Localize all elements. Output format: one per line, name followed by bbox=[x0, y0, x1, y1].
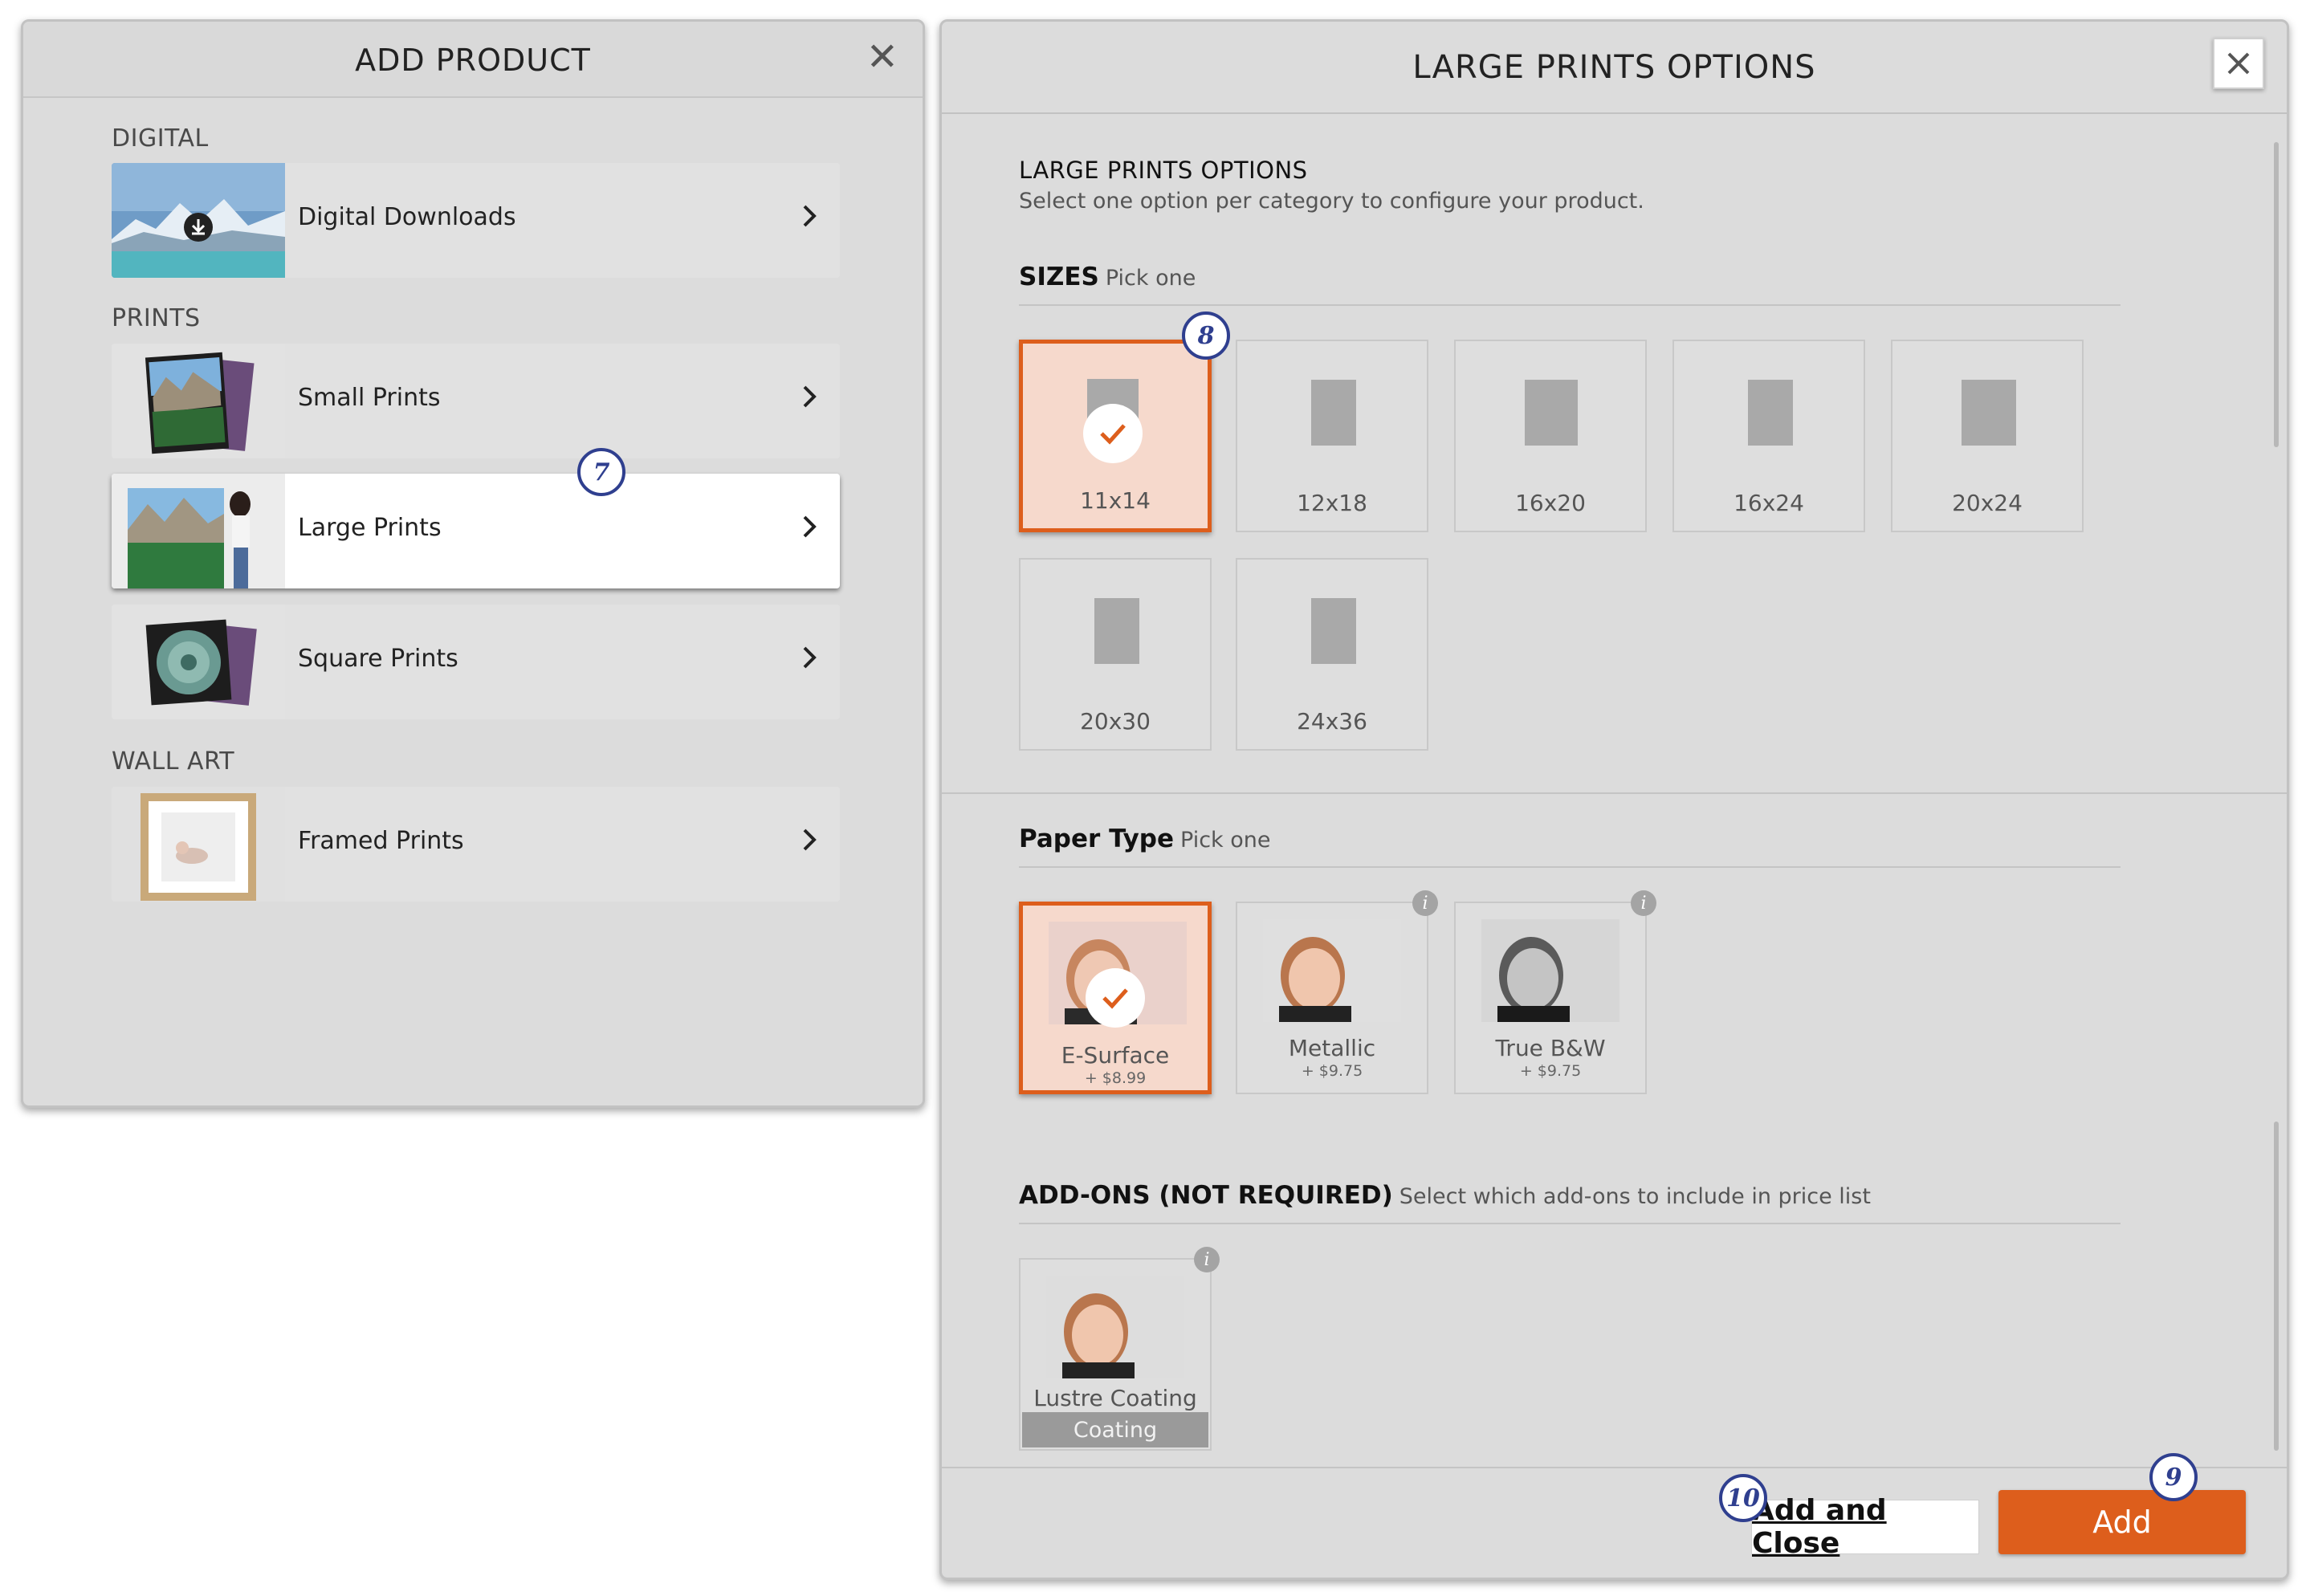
paper-price: + $8.99 bbox=[1084, 1069, 1147, 1087]
size-preview bbox=[1748, 380, 1793, 446]
product-label: Large Prints bbox=[298, 514, 442, 542]
product-row-square-prints[interactable]: Square Prints bbox=[112, 605, 840, 719]
square-prints-thumbnail bbox=[112, 605, 285, 719]
options-header: LARGE PRINTS OPTIONS bbox=[942, 22, 2287, 114]
check-icon bbox=[1083, 404, 1143, 463]
section-label-digital: DIGITAL bbox=[112, 124, 209, 153]
paper-type-title-text: Paper Type bbox=[1019, 824, 1174, 853]
large-prints-options-panel: LARGE PRINTS OPTIONS LARGE PRINTS OPTION… bbox=[939, 19, 2289, 1580]
scrollbar-thumb[interactable] bbox=[2274, 142, 2279, 447]
size-option-24x36[interactable]: 24x36 bbox=[1236, 558, 1428, 751]
size-preview bbox=[1311, 598, 1356, 664]
check-icon bbox=[1086, 968, 1145, 1028]
paper-price: + $9.75 bbox=[1519, 1062, 1582, 1080]
product-label: Digital Downloads bbox=[298, 203, 516, 231]
size-option-20x24[interactable]: 20x24 bbox=[1891, 340, 2084, 532]
size-label: 16x24 bbox=[1734, 490, 1804, 516]
size-label: 20x30 bbox=[1080, 708, 1151, 735]
addon-preview-photo bbox=[1046, 1276, 1184, 1378]
product-label: Square Prints bbox=[298, 645, 458, 673]
step-badge: 7 bbox=[577, 448, 625, 496]
size-preview bbox=[1962, 380, 2016, 446]
scrollbar-thumb[interactable] bbox=[2274, 1122, 2279, 1451]
add-product-panel: ADD PRODUCT ✕ DIGITAL Digital Downloads … bbox=[21, 19, 925, 1108]
paper-option-e-surface[interactable]: E-Surface + $8.99 bbox=[1019, 902, 1212, 1094]
step-badge: 8 bbox=[1182, 311, 1230, 360]
chevron-right-icon bbox=[803, 385, 817, 408]
info-icon[interactable]: i bbox=[1194, 1247, 1220, 1272]
section-label-wall-art: WALL ART bbox=[112, 747, 235, 776]
size-label: 12x18 bbox=[1297, 490, 1367, 516]
close-icon bbox=[2227, 52, 2250, 75]
size-option-16x24[interactable]: 16x24 bbox=[1672, 340, 1865, 532]
size-option-12x18[interactable]: 12x18 bbox=[1236, 340, 1428, 532]
divider bbox=[1019, 866, 2121, 868]
size-preview bbox=[1525, 380, 1578, 446]
sizes-pick-hint: Pick one bbox=[1105, 266, 1196, 291]
options-heading: LARGE PRINTS OPTIONS bbox=[1019, 157, 1308, 184]
options-title: LARGE PRINTS OPTIONS bbox=[1412, 49, 1816, 86]
chevron-right-icon bbox=[803, 646, 817, 669]
step-badge: 9 bbox=[2149, 1453, 2198, 1501]
divider bbox=[1019, 304, 2121, 306]
add-button[interactable]: Add bbox=[1998, 1490, 2246, 1554]
product-label: Framed Prints bbox=[298, 827, 464, 855]
chevron-right-icon bbox=[803, 829, 817, 851]
small-prints-thumbnail bbox=[112, 344, 285, 458]
product-row-small-prints[interactable]: Small Prints bbox=[112, 344, 840, 458]
sizes-title-text: SIZES bbox=[1019, 263, 1099, 291]
sizes-title: SIZES Pick one bbox=[1019, 263, 1196, 291]
addon-option-lustre-coating[interactable]: Lustre Coating Coating bbox=[1019, 1258, 1212, 1451]
size-option-16x20[interactable]: 16x20 bbox=[1454, 340, 1647, 532]
paper-pick-hint: Pick one bbox=[1180, 828, 1271, 853]
info-icon[interactable]: i bbox=[1412, 890, 1438, 916]
size-preview bbox=[1311, 380, 1356, 446]
large-prints-thumbnail bbox=[112, 474, 285, 588]
paper-preview-photo bbox=[1481, 919, 1619, 1022]
section-label-prints: PRINTS bbox=[112, 304, 201, 332]
divider bbox=[1019, 1223, 2121, 1224]
divider bbox=[942, 1467, 2287, 1468]
paper-option-true-bw[interactable]: True B&W + $9.75 bbox=[1454, 902, 1647, 1094]
paper-price: + $9.75 bbox=[1301, 1062, 1363, 1080]
info-icon[interactable]: i bbox=[1631, 890, 1656, 916]
paper-option-metallic[interactable]: Metallic + $9.75 bbox=[1236, 902, 1428, 1094]
addons-hint: Select which add-ons to include in price… bbox=[1399, 1184, 1871, 1209]
size-label: 11x14 bbox=[1080, 487, 1151, 514]
product-row-digital-downloads[interactable]: Digital Downloads bbox=[112, 163, 840, 278]
product-row-large-prints[interactable]: Large Prints bbox=[112, 474, 840, 588]
size-option-11x14[interactable]: 11x14 bbox=[1019, 340, 1212, 532]
options-subheading: Select one option per category to config… bbox=[1019, 189, 1644, 214]
size-preview bbox=[1094, 598, 1139, 664]
chevron-right-icon bbox=[803, 205, 817, 227]
paper-preview-photo bbox=[1263, 919, 1401, 1022]
addon-tag: Coating bbox=[1022, 1412, 1208, 1447]
framed-prints-thumbnail bbox=[112, 787, 285, 902]
add-product-title: ADD PRODUCT bbox=[355, 43, 591, 78]
close-button[interactable] bbox=[2213, 38, 2264, 89]
product-row-framed-prints[interactable]: Framed Prints bbox=[112, 787, 840, 902]
size-label: 16x20 bbox=[1515, 490, 1586, 516]
paper-name: True B&W bbox=[1495, 1035, 1606, 1061]
addon-name: Lustre Coating bbox=[1033, 1385, 1197, 1411]
paper-name: Metallic bbox=[1288, 1035, 1376, 1061]
close-icon[interactable]: ✕ bbox=[866, 38, 898, 76]
paper-name: E-Surface bbox=[1061, 1042, 1170, 1069]
paper-type-title: Paper Type Pick one bbox=[1019, 824, 1271, 853]
chevron-right-icon bbox=[803, 515, 817, 538]
addons-title: ADD-ONS (NOT REQUIRED) Select which add-o… bbox=[1019, 1181, 1871, 1210]
add-and-close-button[interactable]: Add and Close bbox=[1751, 1494, 1979, 1560]
size-label: 20x24 bbox=[1952, 490, 2023, 516]
divider bbox=[942, 792, 2287, 794]
product-label: Small Prints bbox=[298, 384, 441, 412]
addons-title-text: ADD-ONS (NOT REQUIRED) bbox=[1019, 1181, 1393, 1210]
digital-downloads-thumbnail bbox=[112, 163, 285, 278]
step-badge: 10 bbox=[1719, 1474, 1767, 1522]
add-product-header: ADD PRODUCT ✕ bbox=[23, 22, 923, 98]
size-option-20x30[interactable]: 20x30 bbox=[1019, 558, 1212, 751]
size-label: 24x36 bbox=[1297, 708, 1367, 735]
